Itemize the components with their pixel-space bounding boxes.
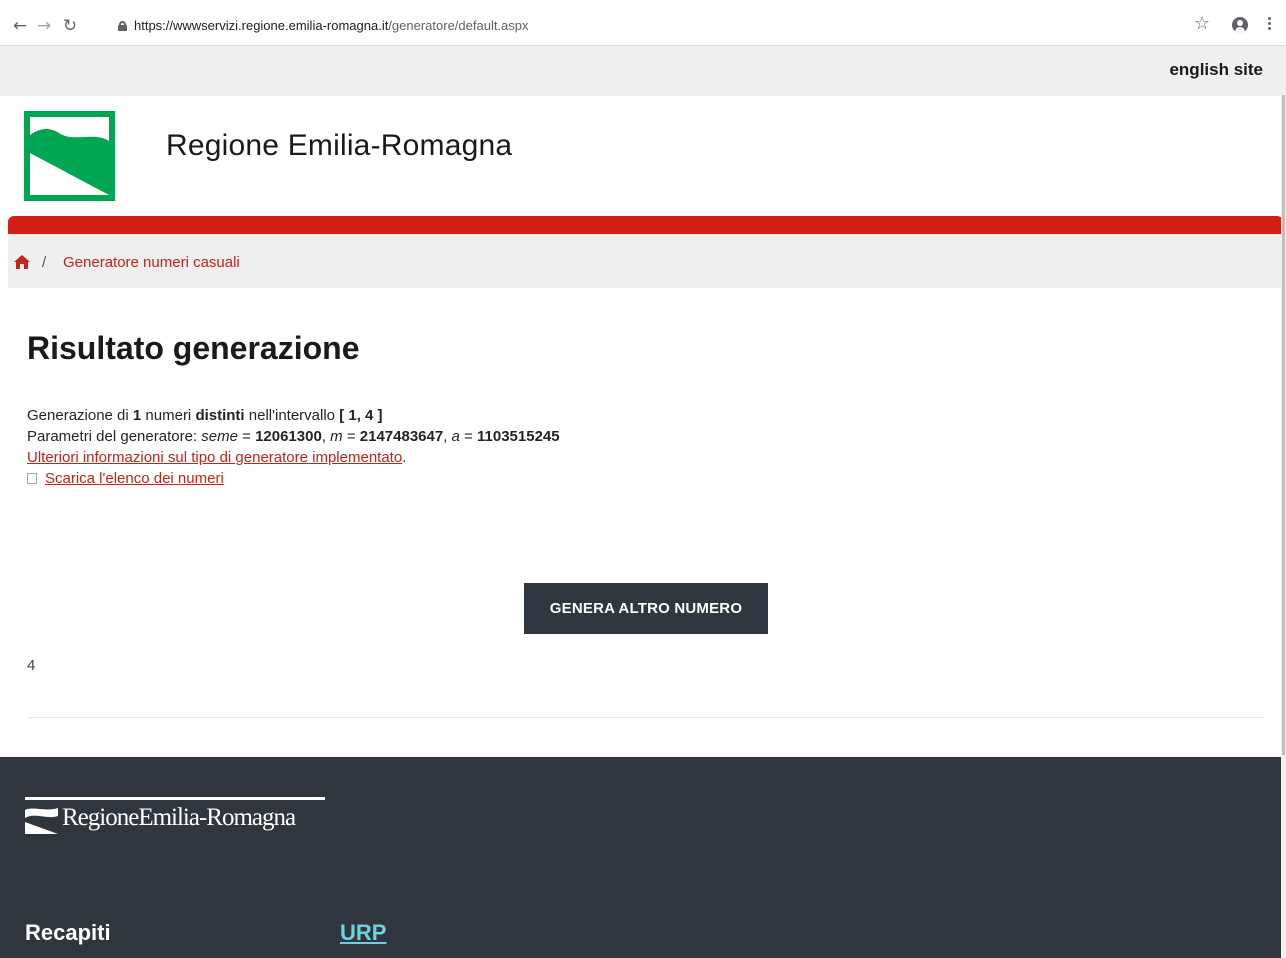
page-title: Risultato generazione xyxy=(27,330,360,366)
url-text: https://wwwservizi.regione.emilia-romagn… xyxy=(134,14,529,38)
footer-logo[interactable]: RegioneEmilia-Romagna xyxy=(25,797,325,843)
breadcrumb: / Generatore numeri casuali xyxy=(8,234,1283,288)
download-line: Scarica l'elenco dei numeri xyxy=(27,468,560,489)
generate-again-button[interactable]: GENERA ALTRO NUMERO xyxy=(524,583,768,634)
forward-icon[interactable]: → xyxy=(34,16,54,36)
text: , xyxy=(443,428,452,445)
distinct-label: distinti xyxy=(195,407,245,424)
download-numbers-link[interactable]: Scarica l'elenco dei numeri xyxy=(45,470,224,487)
text: = xyxy=(237,428,256,445)
text: Generazione di xyxy=(27,407,133,424)
download-icon xyxy=(27,473,37,484)
lock-icon xyxy=(118,21,127,31)
url-path: /generatore/default.aspx xyxy=(388,18,529,33)
address-bar[interactable]: https://wwwservizi.regione.emilia-romagn… xyxy=(118,14,1258,38)
url-host: https://wwwservizi.regione.emilia-romagn… xyxy=(134,18,389,33)
text: numeri xyxy=(141,407,196,424)
site-footer: RegioneEmilia-Romagna Recapiti URP xyxy=(0,757,1286,958)
footer-logo-rule xyxy=(25,797,325,800)
site-header: Regione Emilia-Romagna xyxy=(0,96,1286,216)
footer-heading-recapiti: Recapiti xyxy=(25,920,111,945)
regione-logo[interactable] xyxy=(24,111,115,201)
text: = xyxy=(459,428,477,445)
footer-logo-text: RegioneEmilia-Romagna xyxy=(62,804,296,831)
a-label: a xyxy=(451,428,460,445)
reload-icon[interactable]: ↻ xyxy=(60,16,80,36)
interval-value: [ 1, 4 ] xyxy=(339,407,383,424)
info-line: Ulteriori informazioni sul tipo di gener… xyxy=(27,447,560,468)
a-value: 1103515245 xyxy=(477,428,560,445)
site-title: Regione Emilia-Romagna xyxy=(166,129,513,162)
m-label: m xyxy=(330,428,343,445)
browser-toolbar: ← → ↻ https://wwwservizi.regione.emilia-… xyxy=(0,0,1286,46)
generation-summary: Generazione di 1 numeri distinti nell'in… xyxy=(27,405,560,426)
count-value: 1 xyxy=(132,407,142,424)
text: = xyxy=(342,428,360,445)
brand-red-bar xyxy=(8,216,1283,234)
top-utility-bar: english site xyxy=(0,46,1286,96)
menu-icon[interactable] xyxy=(1268,17,1272,33)
generator-info-link[interactable]: Ulteriori informazioni sul tipo di gener… xyxy=(27,449,402,466)
generation-info: Generazione di 1 numeri distinti nell'in… xyxy=(27,405,560,489)
breadcrumb-current-link[interactable]: Generatore numeri casuali xyxy=(63,254,240,271)
text: Parametri del generatore: xyxy=(27,428,202,445)
divider xyxy=(27,717,1264,718)
breadcrumb-separator: / xyxy=(42,254,47,271)
english-site-link[interactable]: english site xyxy=(1169,60,1263,80)
star-icon[interactable]: ☆ xyxy=(1194,13,1210,34)
seed-value: 12061300 xyxy=(255,428,322,445)
back-icon[interactable]: ← xyxy=(10,16,30,36)
home-icon[interactable] xyxy=(14,255,30,269)
generated-number: 4 xyxy=(27,657,36,674)
account-icon[interactable] xyxy=(1232,17,1248,33)
text: nell'intervallo xyxy=(244,407,340,424)
generator-parameters: Parametri del generatore: seme = 1206130… xyxy=(27,426,560,447)
m-value: 2147483647 xyxy=(359,428,444,445)
text: , xyxy=(321,428,331,445)
scrollbar-thumb[interactable] xyxy=(1282,95,1285,755)
seed-label: seme xyxy=(201,428,238,445)
footer-urp-link[interactable]: URP xyxy=(340,920,386,946)
footer-flag-icon xyxy=(25,808,58,834)
text: . xyxy=(402,449,407,466)
